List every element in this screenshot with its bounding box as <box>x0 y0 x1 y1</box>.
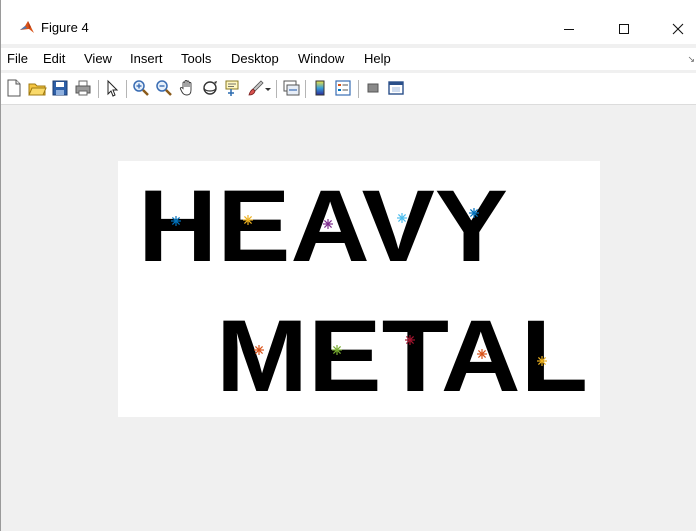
menu-tools[interactable]: Tools <box>181 51 211 67</box>
show-plot-tools-button[interactable] <box>386 78 406 98</box>
save-icon <box>52 80 68 96</box>
title-bar[interactable]: Figure 4 <box>1 0 696 44</box>
menu-bar: File Edit View Insert Tools Desktop Wind… <box>1 48 696 70</box>
centroid-marker <box>477 349 487 359</box>
heavy-text: HEAVY <box>138 169 508 283</box>
hide-plot-tools-button[interactable] <box>363 78 383 98</box>
link-plot-icon <box>283 80 300 96</box>
pointer-icon <box>107 79 119 97</box>
figure-toolbar <box>1 73 696 105</box>
data-cursor-button[interactable] <box>223 78 243 98</box>
toolbar-separator <box>305 80 306 98</box>
figure-window: Figure 4 File Edit View Insert Tools Des… <box>0 0 696 531</box>
show-plot-tools-icon <box>388 81 404 95</box>
data-cursor-icon <box>225 80 239 96</box>
zoom-in-button[interactable] <box>131 78 151 98</box>
matlab-logo-icon <box>19 19 35 35</box>
menu-view[interactable]: View <box>84 51 112 67</box>
rotate-3d-icon <box>203 81 217 95</box>
pan-button[interactable] <box>177 78 197 98</box>
print-icon <box>75 80 91 96</box>
zoom-in-icon <box>133 80 149 96</box>
close-icon <box>672 23 684 35</box>
centroid-marker <box>537 356 547 366</box>
toolbar-separator <box>98 80 99 98</box>
open-file-icon <box>28 83 47 96</box>
centroid-marker <box>332 345 342 355</box>
menu-insert[interactable]: Insert <box>130 51 163 67</box>
menu-help[interactable]: Help <box>364 51 391 67</box>
insert-colorbar-button[interactable] <box>310 78 330 98</box>
new-figure-icon <box>7 79 21 97</box>
menu-desktop[interactable]: Desktop <box>231 51 279 67</box>
rotate-3d-button[interactable] <box>200 78 220 98</box>
edit-plot-button[interactable] <box>102 78 122 98</box>
toolbar-separator <box>358 80 359 98</box>
colorbar-icon <box>315 80 325 96</box>
image-axes[interactable]: HEAVY METAL <box>118 161 600 417</box>
menu-window[interactable]: Window <box>298 51 344 67</box>
centroid-marker <box>254 345 264 355</box>
open-file-button[interactable] <box>27 78 47 98</box>
toolbar-separator <box>126 80 127 98</box>
centroid-marker <box>405 335 415 345</box>
insert-legend-button[interactable] <box>333 78 353 98</box>
centroid-marker <box>397 213 407 223</box>
save-button[interactable] <box>50 78 70 98</box>
centroid-marker <box>469 208 479 218</box>
centroid-marker <box>243 215 253 225</box>
menu-file[interactable]: File <box>7 51 28 67</box>
centroid-marker <box>171 216 181 226</box>
minimize-button[interactable] <box>546 14 592 44</box>
brush-dropdown-button[interactable] <box>264 78 272 98</box>
brush-button[interactable] <box>246 78 266 98</box>
close-button[interactable] <box>655 14 696 44</box>
hide-plot-tools-icon <box>367 83 379 93</box>
brush-icon <box>248 80 264 96</box>
binary-text-image: HEAVY METAL <box>138 169 588 413</box>
brush-dropdown-icon <box>265 88 271 91</box>
zoom-out-button[interactable] <box>154 78 174 98</box>
legend-icon <box>335 80 351 96</box>
print-button[interactable] <box>73 78 93 98</box>
metal-text: METAL <box>216 299 588 413</box>
zoom-out-icon <box>156 80 172 96</box>
new-figure-button[interactable] <box>4 78 24 98</box>
maximize-button[interactable] <box>601 14 647 44</box>
maximize-icon <box>619 24 629 34</box>
menu-edit[interactable]: Edit <box>43 51 65 67</box>
toolbar-overflow-icon[interactable]: ↘ <box>687 54 695 65</box>
toolbar-separator <box>276 80 277 98</box>
window-title: Figure 4 <box>41 20 89 35</box>
link-plot-button[interactable] <box>281 78 301 98</box>
centroid-marker <box>323 219 333 229</box>
minimize-icon <box>564 29 574 30</box>
pan-hand-icon <box>179 80 192 96</box>
